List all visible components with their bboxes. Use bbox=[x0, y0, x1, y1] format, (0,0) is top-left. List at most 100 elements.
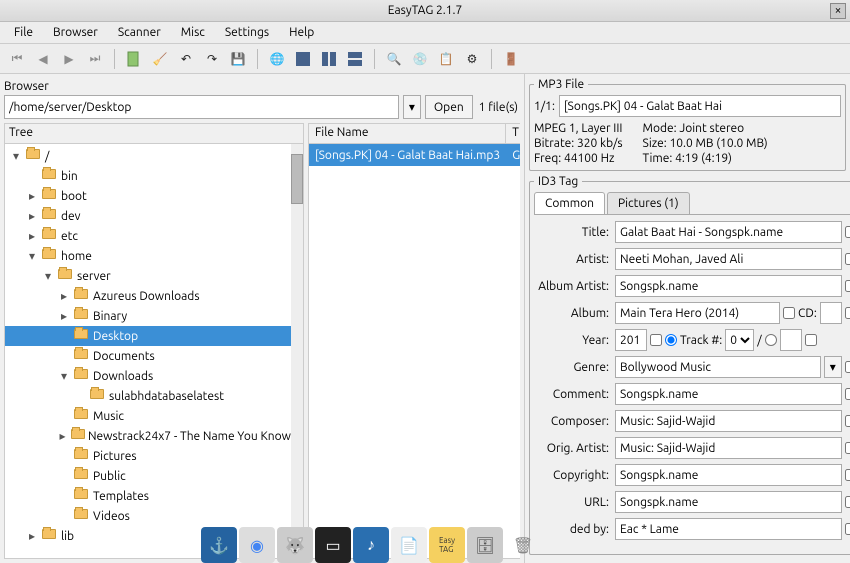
unselect-icon[interactable] bbox=[317, 47, 341, 71]
undo-icon[interactable]: ↶ bbox=[174, 47, 198, 71]
tree-node-bin[interactable]: bin bbox=[5, 166, 303, 186]
year-apply-chk[interactable] bbox=[650, 334, 662, 346]
genre-apply-chk[interactable] bbox=[845, 361, 850, 373]
easytag-dock-icon[interactable]: EasyTAG bbox=[429, 527, 465, 563]
mode-info: Mode: Joint stereo bbox=[643, 121, 768, 136]
menu-help[interactable]: Help bbox=[279, 24, 324, 41]
trash-dock-icon[interactable]: 🗑 bbox=[505, 527, 541, 563]
albumartist-apply-chk[interactable] bbox=[845, 280, 850, 292]
url-input[interactable] bbox=[615, 491, 842, 513]
open-button[interactable]: Open bbox=[425, 95, 473, 119]
artist-input[interactable] bbox=[615, 248, 842, 270]
tree-node-music[interactable]: Music bbox=[5, 406, 303, 426]
next-icon[interactable]: ▶ bbox=[57, 47, 81, 71]
col-title[interactable]: Tit bbox=[506, 124, 520, 143]
writer-dock-icon[interactable]: 📄 bbox=[391, 527, 427, 563]
tree-node-pictures[interactable]: Pictures bbox=[5, 446, 303, 466]
quit-icon[interactable]: 🚪 bbox=[499, 47, 523, 71]
menu-scanner[interactable]: Scanner bbox=[108, 24, 171, 41]
tree-node-documents[interactable]: Documents bbox=[5, 346, 303, 366]
year-input[interactable] bbox=[615, 329, 647, 351]
chrome-dock-icon[interactable]: ◉ bbox=[239, 527, 275, 563]
menu-misc[interactable]: Misc bbox=[171, 24, 215, 41]
remove-icon[interactable]: 🧹 bbox=[148, 47, 172, 71]
run-icon[interactable]: ⚙ bbox=[460, 47, 484, 71]
redo-icon[interactable]: ↷ bbox=[200, 47, 224, 71]
close-button[interactable]: × bbox=[830, 3, 846, 19]
title-input[interactable] bbox=[615, 221, 842, 243]
select-all-icon[interactable] bbox=[291, 47, 315, 71]
tree-node-home[interactable]: ▾home bbox=[5, 246, 303, 266]
genre-dropdown-icon[interactable]: ▾ bbox=[824, 356, 842, 378]
prev-icon[interactable]: ◀ bbox=[31, 47, 55, 71]
origartist-apply-chk[interactable] bbox=[845, 442, 850, 454]
cddb-icon[interactable]: 💿 bbox=[408, 47, 432, 71]
tree-node-public[interactable]: Public bbox=[5, 466, 303, 486]
encoded-apply-chk[interactable] bbox=[845, 523, 850, 535]
browser-icon[interactable]: 🌐 bbox=[265, 47, 289, 71]
tree-node-server[interactable]: ▾server bbox=[5, 266, 303, 286]
anchor-dock-icon[interactable]: ⚓ bbox=[201, 527, 237, 563]
terminal-dock-icon[interactable]: ▭ bbox=[315, 527, 351, 563]
tree-node--[interactable]: ▾/ bbox=[5, 146, 303, 166]
albumartist-input[interactable] bbox=[615, 275, 842, 297]
path-dropdown-icon[interactable]: ▾ bbox=[403, 95, 421, 119]
comment-apply-chk[interactable] bbox=[845, 388, 850, 400]
tree-node-dev[interactable]: ▸dev bbox=[5, 206, 303, 226]
track-select[interactable]: 0 bbox=[725, 329, 754, 351]
copyright-input[interactable] bbox=[615, 464, 842, 486]
search-icon[interactable]: 🔍 bbox=[382, 47, 406, 71]
size-info: Size: 10.0 MB (10.0 MB) bbox=[643, 136, 768, 151]
tree-node-downloads[interactable]: ▾Downloads bbox=[5, 366, 303, 386]
albumartist-label: Album Artist: bbox=[534, 280, 612, 293]
menu-file[interactable]: File bbox=[4, 24, 43, 41]
composer-apply-chk[interactable] bbox=[845, 415, 850, 427]
file-row[interactable]: [Songs.PK] 04 - Galat Baat Hai.mp3Ga bbox=[309, 144, 520, 166]
genre-input[interactable] bbox=[615, 356, 821, 378]
album-apply-chk[interactable] bbox=[783, 307, 795, 319]
tree-node-templates[interactable]: Templates bbox=[5, 486, 303, 506]
music-dock-icon[interactable]: ♪ bbox=[353, 527, 389, 563]
url-apply-chk[interactable] bbox=[845, 496, 850, 508]
composer-input[interactable] bbox=[615, 410, 842, 432]
comment-input[interactable] bbox=[615, 383, 842, 405]
album-input[interactable] bbox=[615, 302, 780, 324]
track-total-radio[interactable] bbox=[765, 334, 777, 346]
files-dock-icon[interactable]: 🗄 bbox=[467, 527, 503, 563]
origartist-input[interactable] bbox=[615, 437, 842, 459]
copyright-apply-chk[interactable] bbox=[845, 469, 850, 481]
track-apply-chk[interactable] bbox=[805, 334, 817, 346]
tree-scrollbar[interactable] bbox=[291, 144, 303, 558]
tree-node-binary[interactable]: ▸Binary bbox=[5, 306, 303, 326]
title-apply-chk[interactable] bbox=[845, 226, 850, 238]
tab-common[interactable]: Common bbox=[534, 192, 605, 214]
cd-input[interactable] bbox=[820, 302, 842, 324]
filename-input[interactable] bbox=[559, 95, 841, 117]
tree-node-boot[interactable]: ▸boot bbox=[5, 186, 303, 206]
track-total-input[interactable] bbox=[780, 329, 802, 351]
path-input[interactable] bbox=[4, 95, 399, 119]
tab-pictures[interactable]: Pictures (1) bbox=[607, 192, 690, 214]
artist-apply-chk[interactable] bbox=[845, 253, 850, 265]
gimp-dock-icon[interactable]: 🐺 bbox=[277, 527, 313, 563]
tree-node-desktop[interactable]: Desktop bbox=[5, 326, 303, 346]
tree-node-videos[interactable]: Videos bbox=[5, 506, 303, 526]
menu-browser[interactable]: Browser bbox=[43, 24, 108, 41]
playlist-icon[interactable]: 📋 bbox=[434, 47, 458, 71]
menu-settings[interactable]: Settings bbox=[215, 24, 279, 41]
tree-node-etc[interactable]: ▸etc bbox=[5, 226, 303, 246]
codec-info: MPEG 1, Layer III bbox=[534, 121, 623, 136]
encoded-input[interactable] bbox=[615, 518, 842, 540]
tree-node-newstrack24x7---the-name-you-know--t[interactable]: ▸Newstrack24x7 - The Name You Know. T bbox=[5, 426, 303, 446]
track-radio[interactable] bbox=[665, 334, 677, 346]
last-icon[interactable]: ⏭ bbox=[83, 47, 107, 71]
invert-icon[interactable] bbox=[343, 47, 367, 71]
tree-node-sulabhdatabaselatest[interactable]: sulabhdatabaselatest bbox=[5, 386, 303, 406]
folder-tree[interactable]: ▾/bin▸boot▸dev▸etc▾home▾server▸Azureus D… bbox=[5, 144, 303, 558]
tree-node-azureus-downloads[interactable]: ▸Azureus Downloads bbox=[5, 286, 303, 306]
save-icon[interactable]: 💾 bbox=[226, 47, 250, 71]
first-icon[interactable]: ⏮ bbox=[5, 47, 29, 71]
scan-icon[interactable] bbox=[122, 47, 146, 71]
cd-apply-chk[interactable] bbox=[845, 307, 850, 319]
col-filename[interactable]: File Name bbox=[309, 124, 506, 143]
